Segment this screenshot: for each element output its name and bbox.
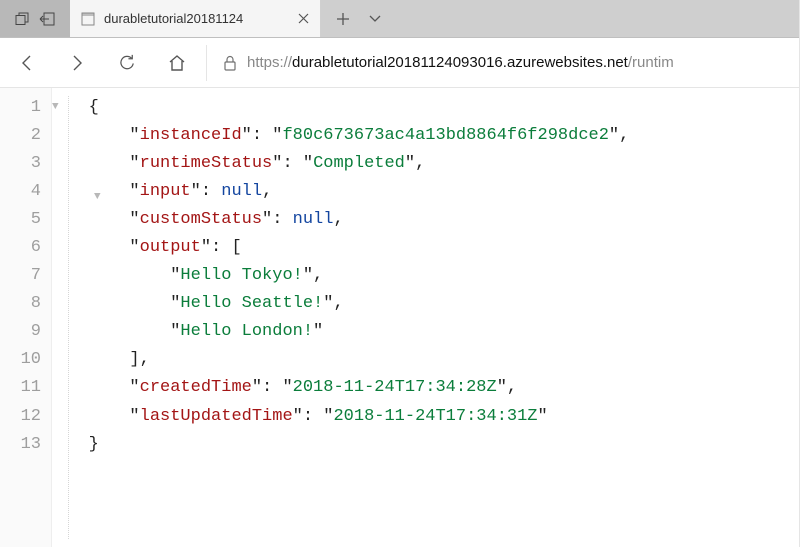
home-button[interactable] bbox=[156, 43, 198, 83]
line-gutter: 1 2 3 4 5 6 7 8 9 10 11 12 13 bbox=[0, 88, 52, 547]
new-tab-button[interactable] bbox=[334, 10, 352, 28]
code-line: "runtimeStatus": "Completed", bbox=[58, 150, 799, 178]
nav-bar: https://durabletutorial20181124093016.az… bbox=[0, 38, 799, 88]
line-number: 5 bbox=[6, 206, 41, 234]
set-aside-tabs-icon[interactable] bbox=[39, 12, 55, 26]
page-favicon bbox=[80, 11, 96, 27]
code-line: "Hello London!" bbox=[58, 318, 799, 346]
forward-button[interactable] bbox=[56, 43, 98, 83]
code-line: ], bbox=[58, 346, 799, 374]
close-tab-icon[interactable] bbox=[294, 10, 312, 28]
code-line: { bbox=[58, 94, 799, 122]
indent-guide bbox=[68, 96, 69, 539]
line-number: 2 bbox=[6, 122, 41, 150]
line-number: 4 bbox=[6, 178, 41, 206]
browser-tab[interactable]: durabletutorial20181124 bbox=[70, 0, 320, 37]
line-number: 6 bbox=[6, 234, 41, 262]
url-text: https://durabletutorial20181124093016.az… bbox=[247, 54, 793, 71]
code-line: "createdTime": "2018-11-24T17:34:28Z", bbox=[58, 374, 799, 402]
line-number: 9 bbox=[6, 318, 41, 346]
line-number: 10 bbox=[6, 346, 41, 374]
json-viewer: 1 2 3 4 5 6 7 8 9 10 11 12 13 ▼ ▼ { "ins… bbox=[0, 88, 799, 547]
code-line: "input": null, bbox=[58, 178, 799, 206]
code-line: "Hello Tokyo!", bbox=[58, 262, 799, 290]
line-number: 7 bbox=[6, 262, 41, 290]
tab-menu-chevron-icon[interactable] bbox=[366, 10, 384, 28]
code-line: "output": [ bbox=[58, 234, 799, 262]
url-scheme: https:// bbox=[247, 54, 292, 71]
code-line: "instanceId": "f80c673673ac4a13bd8864f6f… bbox=[58, 122, 799, 150]
tabs-overview-icon[interactable] bbox=[15, 12, 29, 26]
line-number: 12 bbox=[6, 403, 41, 431]
fold-toggle-icon[interactable]: ▼ bbox=[94, 188, 101, 206]
line-number: 13 bbox=[6, 431, 41, 459]
refresh-button[interactable] bbox=[106, 43, 148, 83]
url-path: /runtim bbox=[628, 54, 674, 71]
line-number: 3 bbox=[6, 150, 41, 178]
window-controls bbox=[0, 0, 70, 37]
code-line: } bbox=[58, 431, 799, 459]
code-pane[interactable]: ▼ ▼ { "instanceId": "f80c673673ac4a13bd8… bbox=[52, 88, 799, 547]
code-line: "customStatus": null, bbox=[58, 206, 799, 234]
line-number: 8 bbox=[6, 290, 41, 318]
fold-toggle-icon[interactable]: ▼ bbox=[52, 98, 59, 116]
address-bar[interactable]: https://durabletutorial20181124093016.az… bbox=[206, 45, 793, 81]
back-button[interactable] bbox=[6, 43, 48, 83]
lock-icon bbox=[213, 45, 247, 81]
title-bar: durabletutorial20181124 bbox=[0, 0, 799, 38]
tab-strip-actions bbox=[320, 0, 394, 37]
code-line: "Hello Seattle!", bbox=[58, 290, 799, 318]
url-host: durabletutorial20181124093016.azurewebsi… bbox=[292, 54, 628, 71]
line-number: 1 bbox=[6, 94, 41, 122]
code-line: "lastUpdatedTime": "2018-11-24T17:34:31Z… bbox=[58, 403, 799, 431]
line-number: 11 bbox=[6, 374, 41, 402]
tab-title: durabletutorial20181124 bbox=[104, 11, 286, 26]
